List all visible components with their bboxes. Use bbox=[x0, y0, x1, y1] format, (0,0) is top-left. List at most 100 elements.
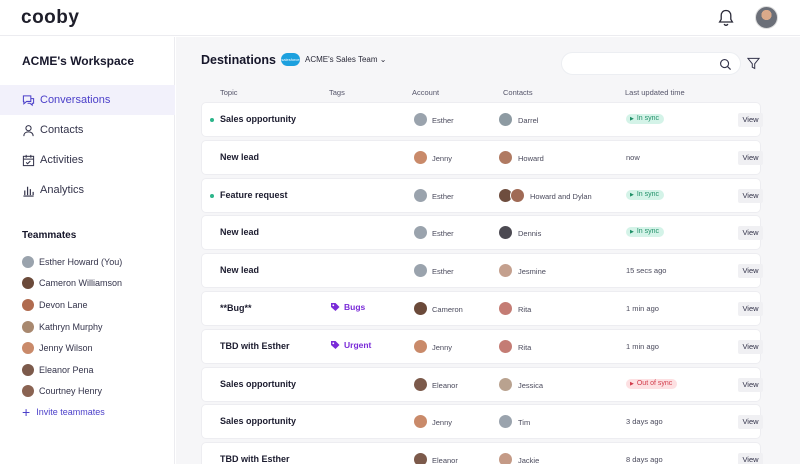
row-last-updated: now bbox=[626, 152, 640, 162]
row-last-updated: 1 min ago bbox=[626, 341, 659, 351]
sidebar-item-contacts[interactable]: Contacts bbox=[0, 115, 175, 145]
table-row[interactable]: New lead Esther Dennis ▶ In sync View bbox=[202, 216, 763, 250]
view-button[interactable]: View bbox=[738, 415, 763, 430]
teammate-item[interactable]: Cameron Williamson bbox=[22, 273, 122, 295]
view-button[interactable]: View bbox=[738, 339, 763, 354]
table-row[interactable]: Sales opportunity Jenny Tim 3 days ago View bbox=[202, 405, 763, 439]
contact-avatar bbox=[498, 414, 513, 430]
bell-icon[interactable] bbox=[718, 9, 734, 27]
teammate-item[interactable]: Courtney Henry bbox=[22, 381, 122, 403]
sidebar-item-conversations[interactable]: Conversations bbox=[0, 85, 175, 115]
table-row[interactable]: Feature request Esther Howard and Dylan ▶ In… bbox=[202, 178, 763, 212]
teammates-heading: Teammates bbox=[22, 230, 77, 241]
row-account: Jenny bbox=[432, 342, 453, 352]
row-account: Jenny bbox=[432, 153, 453, 163]
status-dot bbox=[210, 118, 214, 122]
row-topic: TBD with Esther bbox=[220, 340, 290, 351]
sidebar-nav: Conversations Contacts Activities Analyt… bbox=[0, 85, 175, 205]
bar-chart-icon bbox=[23, 186, 34, 197]
row-contacts: Dennis bbox=[518, 229, 542, 239]
invite-teammates-button[interactable]: + Invite teammates bbox=[22, 405, 105, 419]
view-button[interactable]: View bbox=[738, 302, 763, 316]
teammate-name: Cameron Williamson bbox=[39, 278, 123, 289]
teammate-item[interactable]: Jenny Wilson bbox=[22, 337, 122, 359]
filter-icon[interactable] bbox=[747, 57, 760, 70]
table-row[interactable]: New lead Esther Jesmine 15 secs ago View bbox=[202, 254, 763, 288]
row-account: Jenny bbox=[432, 418, 453, 428]
row-contacts: Darrel bbox=[518, 116, 539, 125]
view-button[interactable]: View bbox=[738, 264, 763, 279]
teammate-item[interactable]: Esther Howard (You) bbox=[22, 251, 122, 273]
search-icon bbox=[720, 59, 732, 71]
row-account: Eleanor bbox=[432, 380, 458, 390]
view-button[interactable]: View bbox=[738, 377, 763, 392]
account-avatar bbox=[413, 376, 428, 392]
sync-status-badge: ▶ In sync bbox=[626, 114, 665, 124]
page-title: Destinations bbox=[201, 53, 277, 67]
chevron-down-icon: ⌄ bbox=[379, 55, 387, 64]
row-account: Esther bbox=[432, 116, 454, 125]
row-contacts: Howard bbox=[518, 153, 544, 163]
account-avatar bbox=[413, 225, 428, 241]
row-contacts: Tim bbox=[518, 418, 531, 428]
avatar bbox=[22, 298, 34, 311]
teammate-item[interactable]: Kathryn Murphy bbox=[22, 316, 122, 338]
status-dot bbox=[210, 193, 214, 198]
team-dropdown[interactable]: ACME's Sales Team ⌄ bbox=[305, 55, 386, 64]
sidebar-item-label: Contacts bbox=[40, 124, 84, 136]
account-avatar bbox=[413, 187, 428, 203]
view-button[interactable]: View bbox=[738, 453, 763, 464]
table-row[interactable]: New lead Jenny Howard now View bbox=[202, 140, 763, 174]
cooby-logo[interactable]: cooby bbox=[21, 7, 79, 29]
row-last-updated: 1 min ago bbox=[626, 304, 659, 313]
contact-avatar bbox=[498, 301, 513, 316]
table-row[interactable]: Sales opportunity Eleanor Jessica ▶ Out of s… bbox=[202, 367, 763, 401]
table-row[interactable]: Sales opportunity Esther Darrel ▶ In sync Vie… bbox=[202, 103, 763, 136]
sync-status-label: Out of sync bbox=[636, 379, 673, 387]
top-bar: cooby bbox=[0, 0, 800, 36]
row-contacts: Rita bbox=[518, 305, 532, 314]
sidebar-item-analytics[interactable]: Analytics bbox=[0, 175, 175, 205]
column-header-tags[interactable]: Tags bbox=[329, 88, 345, 97]
sync-status-label: In sync bbox=[636, 190, 660, 198]
column-header-account[interactable]: Account bbox=[412, 88, 439, 97]
play-icon: ▶ bbox=[630, 191, 634, 198]
view-button[interactable]: View bbox=[738, 188, 763, 203]
sync-status-label: In sync bbox=[636, 115, 660, 122]
account-avatar bbox=[413, 414, 428, 430]
column-header-contacts[interactable]: Contacts bbox=[503, 88, 533, 97]
row-account: Esther bbox=[432, 229, 454, 239]
account-avatar bbox=[413, 452, 428, 464]
table-row[interactable]: TBD with Esther Eleanor Jackie 8 days ago Vi… bbox=[202, 443, 763, 464]
sidebar: ACME's Workspace Conversations Contacts … bbox=[0, 37, 175, 464]
row-topic: New lead bbox=[220, 265, 260, 276]
teammate-name: Kathryn Murphy bbox=[39, 321, 103, 332]
sync-status-label: In sync bbox=[636, 228, 660, 236]
avatar bbox=[22, 342, 34, 355]
salesforce-logo: salesforce bbox=[281, 53, 300, 66]
view-button[interactable]: View bbox=[738, 150, 763, 165]
table-row[interactable]: **Bug** Bugs Cameron Rita 1 min ago View bbox=[202, 292, 763, 325]
main-panel: Destinations salesforce ACME's Sales Tea… bbox=[176, 37, 800, 464]
tag-icon bbox=[331, 303, 340, 311]
search-input[interactable] bbox=[561, 52, 741, 75]
row-topic: TBD with Esther bbox=[220, 454, 290, 464]
table-row[interactable]: TBD with Esther Urgent Jenny Rita 1 min ago V… bbox=[202, 329, 763, 363]
account-avatar bbox=[413, 338, 428, 354]
account-avatar bbox=[413, 263, 428, 279]
column-header-last-updated[interactable]: Last updated time bbox=[625, 88, 685, 97]
view-button[interactable]: View bbox=[738, 226, 763, 241]
row-topic: New lead bbox=[220, 151, 260, 162]
view-button[interactable]: View bbox=[738, 113, 763, 127]
sidebar-item-label: Analytics bbox=[40, 184, 85, 196]
teammate-item[interactable]: Eleanor Pena bbox=[22, 359, 122, 381]
user-avatar[interactable] bbox=[755, 6, 778, 29]
row-last-updated: 8 days ago bbox=[626, 455, 663, 464]
column-header-topic[interactable]: Topic bbox=[220, 88, 238, 97]
sync-status-badge: ▶ In sync bbox=[626, 227, 665, 238]
row-topic: New lead bbox=[220, 227, 260, 238]
row-contacts: Jessica bbox=[518, 380, 544, 390]
teammate-item[interactable]: Devon Lane bbox=[22, 294, 122, 316]
account-avatar bbox=[413, 112, 428, 127]
sidebar-item-activities[interactable]: Activities bbox=[0, 145, 175, 175]
